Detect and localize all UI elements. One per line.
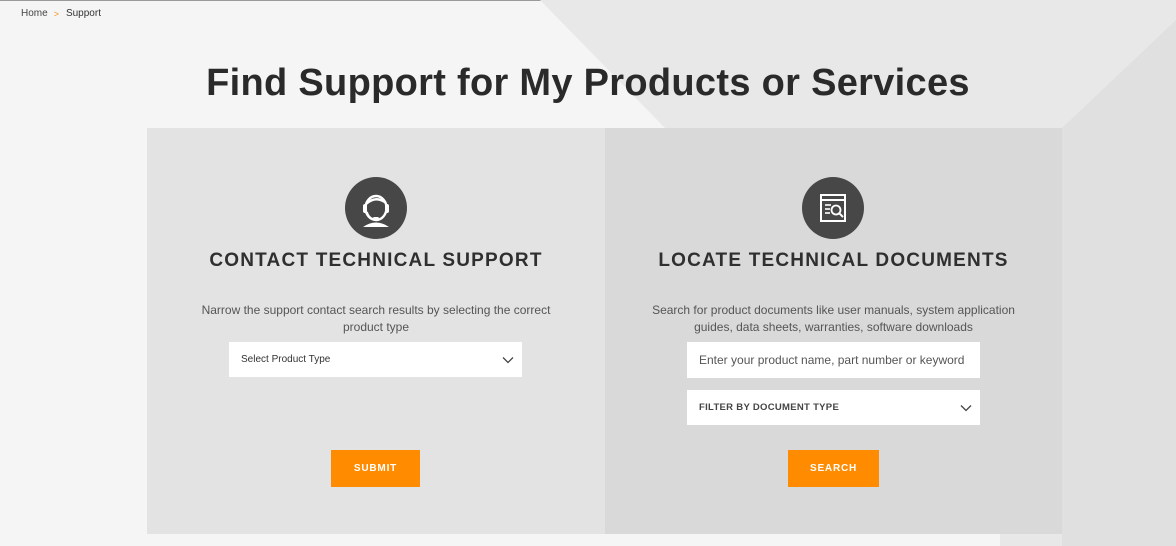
page-title: Find Support for My Products or Services (206, 62, 970, 104)
breadcrumb: Home > Support (21, 8, 101, 19)
product-type-select-value: Select Product Type (241, 354, 331, 365)
technical-documents-description: Search for product documents like user m… (652, 303, 1015, 334)
technical-documents-panel: LOCATE TECHNICAL DOCUMENTS Search for pr… (605, 128, 1062, 534)
submit-button[interactable]: SUBMIT (331, 450, 420, 487)
headset-agent-icon (345, 177, 407, 239)
document-search-input[interactable] (687, 342, 980, 378)
search-button[interactable]: SEARCH (788, 450, 879, 487)
breadcrumb-separator: > (53, 8, 59, 19)
contact-support-panel: CONTACT TECHNICAL SUPPORT Narrow the sup… (147, 128, 605, 534)
breadcrumb-current: Support (65, 8, 101, 19)
contact-support-description: Narrow the support contact search result… (201, 303, 551, 334)
technical-documents-heading: LOCATE TECHNICAL DOCUMENTS (658, 250, 1009, 271)
document-type-filter-value: FILTER BY DOCUMENT TYPE (699, 402, 840, 413)
breadcrumb-home-link[interactable]: Home (21, 8, 48, 19)
chevron-down-icon (502, 356, 514, 363)
chevron-down-icon (960, 404, 972, 411)
document-type-filter-select[interactable]: FILTER BY DOCUMENT TYPE (687, 390, 980, 425)
contact-support-heading: CONTACT TECHNICAL SUPPORT (209, 250, 543, 271)
document-search-icon (802, 177, 864, 239)
product-type-select[interactable]: Select Product Type (229, 342, 522, 377)
